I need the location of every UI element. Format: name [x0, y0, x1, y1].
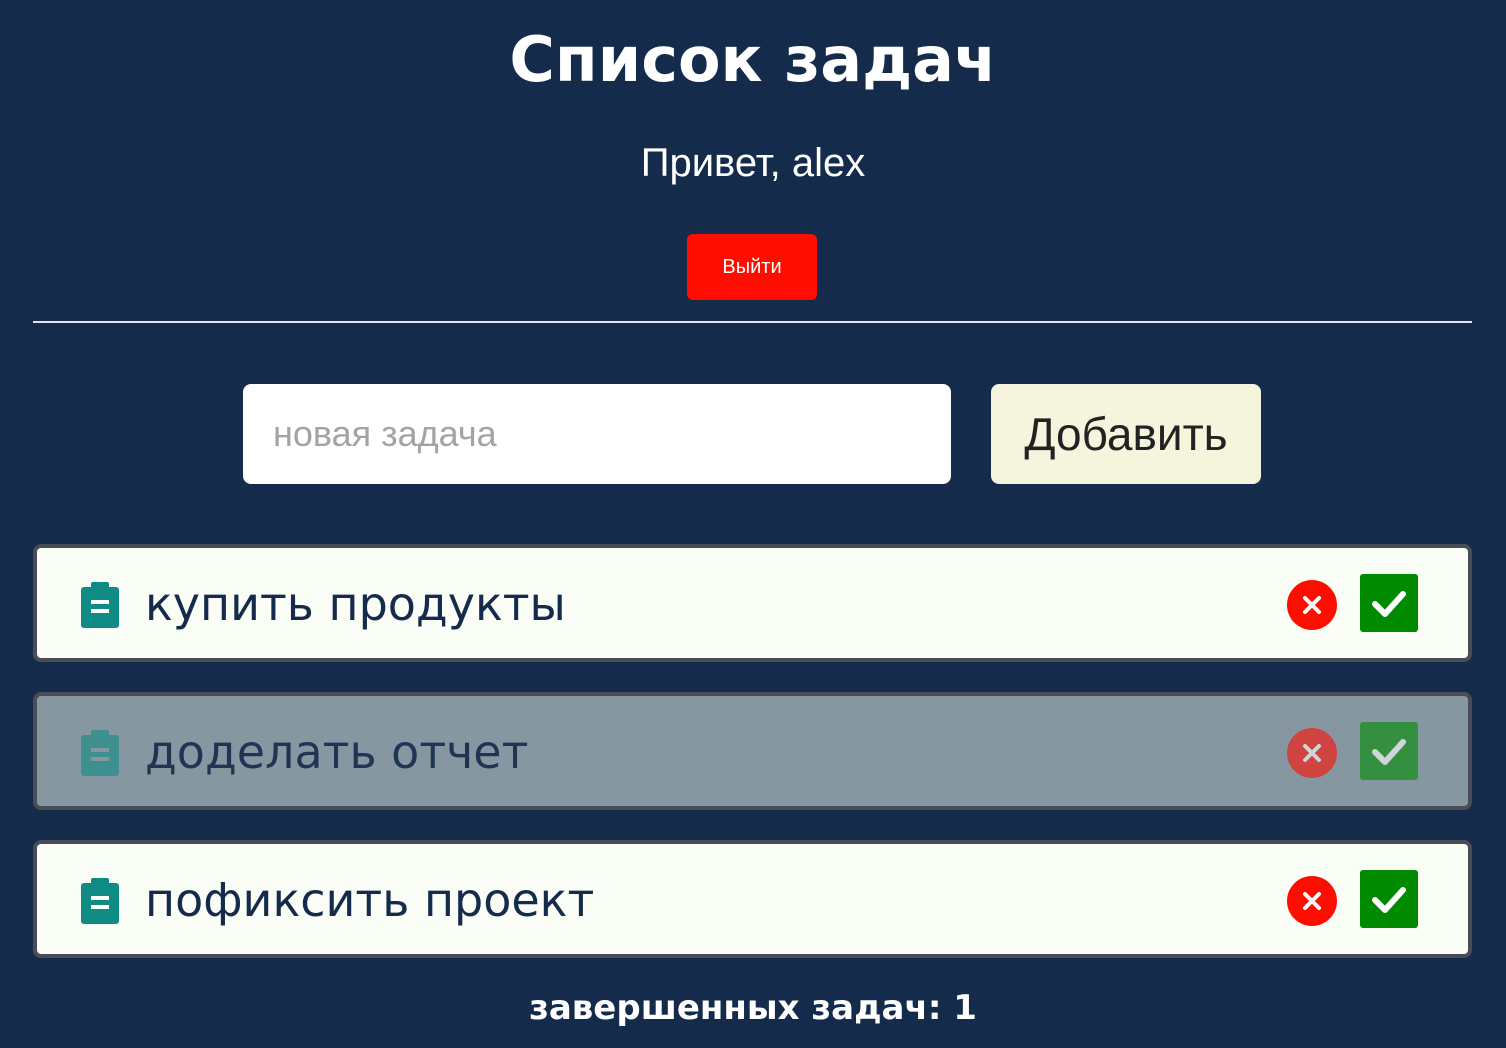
task-item: доделать отчет	[33, 692, 1472, 810]
new-task-input[interactable]	[243, 384, 951, 484]
check-icon	[1372, 591, 1406, 617]
check-icon	[1372, 887, 1406, 913]
add-task-button[interactable]: Добавить	[991, 384, 1261, 484]
delete-task-button[interactable]	[1287, 728, 1337, 778]
clipboard-icon	[81, 730, 119, 776]
close-icon	[1303, 744, 1321, 762]
delete-task-button[interactable]	[1287, 580, 1337, 630]
close-icon	[1303, 596, 1321, 614]
check-icon	[1372, 739, 1406, 765]
delete-task-button[interactable]	[1287, 876, 1337, 926]
close-icon	[1303, 892, 1321, 910]
greeting-text: Привет, alex	[640, 141, 866, 185]
clipboard-icon	[81, 878, 119, 924]
task-text: купить продукты	[145, 577, 566, 631]
divider	[33, 321, 1472, 323]
page-title: Список задач	[509, 23, 997, 96]
completed-count: завершенных задач: 1	[529, 988, 977, 1028]
task-text: доделать отчет	[145, 725, 529, 779]
task-item: купить продукты	[33, 544, 1472, 662]
clipboard-icon	[81, 582, 119, 628]
logout-button[interactable]: Выйти	[687, 234, 817, 300]
complete-task-button[interactable]	[1360, 574, 1418, 632]
complete-task-button[interactable]	[1360, 870, 1418, 928]
task-text: пофиксить проект	[145, 873, 595, 927]
task-item: пофиксить проект	[33, 840, 1472, 958]
complete-task-button[interactable]	[1360, 722, 1418, 780]
